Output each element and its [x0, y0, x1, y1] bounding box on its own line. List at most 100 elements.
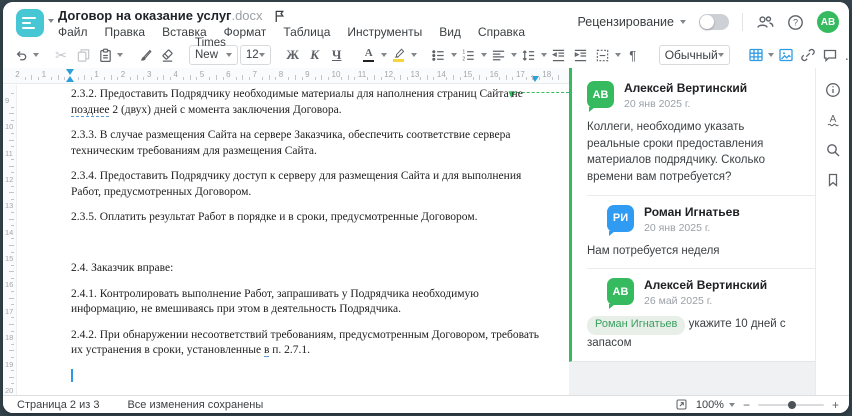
insert-table-dropdown[interactable]	[767, 53, 774, 57]
font-size-select[interactable]: 12	[239, 45, 271, 65]
bookmark-icon[interactable]	[825, 172, 841, 188]
mention-chip[interactable]: Роман Игнатьев	[587, 316, 686, 336]
ruler-tick	[189, 75, 191, 80]
clear-format-eraser-icon[interactable]	[157, 44, 177, 66]
fit-page-icon[interactable]	[675, 398, 688, 411]
flag-icon[interactable]	[273, 9, 286, 23]
collaboration-icon[interactable]	[756, 14, 774, 30]
ruler-tick	[393, 77, 395, 80]
undo-button[interactable]	[11, 44, 31, 66]
zoom-slider-knob[interactable]	[787, 400, 796, 409]
left-indent-marker[interactable]	[66, 76, 74, 82]
align-left-icon[interactable]	[489, 44, 509, 66]
review-toggle[interactable]	[699, 14, 729, 30]
chevron-down-icon[interactable]	[48, 19, 54, 23]
numbered-list-dropdown[interactable]	[480, 53, 487, 57]
bullet-list-icon[interactable]	[429, 44, 449, 66]
app-logo-menu-button[interactable]	[16, 9, 44, 37]
page-indicator[interactable]: Страница 2 из 3	[17, 399, 99, 411]
font-color-button[interactable]: А	[359, 44, 379, 66]
bold-button[interactable]: Ж	[283, 44, 303, 66]
ruler-tick	[11, 356, 14, 358]
menu-item-формат[interactable]: Формат	[224, 25, 267, 39]
zoom-select[interactable]: 100%	[696, 399, 735, 411]
font-size-value: 12	[245, 49, 259, 61]
horizontal-ruler: 2 1 1 2 3 4 5 6 7 8 9 10 11 12 13 14 15 16 17 18	[3, 68, 569, 84]
paragraph[interactable]	[71, 368, 536, 385]
ruler-tick	[472, 77, 474, 80]
line-spacing-icon[interactable]	[519, 44, 539, 66]
paragraph[interactable]	[71, 236, 536, 252]
info-icon[interactable]	[825, 82, 841, 98]
zoom-in-button[interactable]: +	[832, 399, 839, 411]
align-dropdown[interactable]	[510, 53, 517, 57]
paragraph[interactable]: 2.3.2. Предоставить Подрядчику необходим…	[71, 87, 536, 118]
formatting-marks-icon[interactable]: ¶	[623, 44, 643, 66]
ruler-tick	[11, 198, 14, 200]
paragraph-settings-icon[interactable]	[593, 44, 613, 66]
increase-indent-icon[interactable]	[571, 44, 591, 66]
spellcheck-icon[interactable]: А	[825, 112, 841, 128]
paste-icon[interactable]	[95, 44, 115, 66]
comment-thread[interactable]: АВ Алексей Вертинский 20 янв 2025 г. Коллег…	[569, 68, 821, 362]
font-color-dropdown[interactable]	[380, 53, 387, 57]
cut-icon[interactable]: ✂	[51, 44, 71, 66]
more-tools-icon[interactable]: …	[842, 44, 849, 66]
ruler-tick	[11, 277, 14, 279]
copy-icon[interactable]	[73, 44, 93, 66]
zoom-slider[interactable]	[757, 400, 824, 409]
ruler-tick	[538, 77, 540, 80]
search-icon[interactable]	[825, 142, 841, 158]
paragraph[interactable]: 2.4.1. Контролировать выполнение Работ, …	[71, 287, 536, 318]
insert-table-icon[interactable]	[746, 44, 766, 66]
highlight-color-button[interactable]	[389, 44, 409, 66]
ruler-tick	[354, 77, 356, 80]
comment-header: АВ Алексей Вертинский 20 янв 2025 г.	[587, 81, 807, 112]
paragraph-style-select[interactable]: Обычный	[658, 45, 730, 65]
undo-dropdown[interactable]	[33, 53, 39, 57]
first-line-indent-marker[interactable]	[66, 69, 74, 75]
paragraph[interactable]: 2.4.2. При обнаружении несоответствий тр…	[71, 328, 539, 359]
ruler-tick	[406, 77, 408, 80]
help-icon[interactable]: ?	[787, 14, 804, 31]
ruler-number: 1	[94, 70, 99, 79]
menu-item-справка[interactable]: Справка	[478, 25, 525, 39]
paragraph[interactable]: 2.4. Заказчик вправе:	[71, 261, 536, 277]
underline-button[interactable]: Ч	[327, 44, 347, 66]
line-spacing-dropdown[interactable]	[540, 53, 547, 57]
font-family-select[interactable]: Times New ...	[189, 37, 238, 73]
zoom-out-button[interactable]: −	[743, 399, 750, 411]
ruler-tick	[11, 106, 14, 108]
menu-item-инструменты[interactable]: Инструменты	[347, 25, 422, 39]
review-mode-label: Рецензирование	[577, 15, 674, 29]
ruler-number: 9	[5, 96, 10, 105]
comment-icon[interactable]	[820, 44, 840, 66]
format-painter-icon[interactable]	[135, 44, 155, 66]
divider	[742, 13, 743, 31]
paragraph[interactable]: 2.3.5. Оплатить результат Работ в порядк…	[71, 210, 536, 226]
menu-item-правка[interactable]: Правка	[105, 25, 146, 39]
bullet-list-dropdown[interactable]	[450, 53, 457, 57]
menu-item-файл[interactable]: Файл	[58, 25, 88, 39]
paragraph[interactable]: 2.3.3. В случае размещения Сайта на серв…	[71, 128, 536, 159]
italic-button[interactable]: К	[305, 44, 325, 66]
menu-item-вид[interactable]: Вид	[439, 25, 461, 39]
highlight-color-dropdown[interactable]	[410, 53, 417, 57]
numbered-list-icon[interactable]: 12	[459, 44, 479, 66]
ruler-tick	[11, 304, 14, 306]
insert-image-icon[interactable]	[776, 44, 796, 66]
comment-reply[interactable]: АВ Алексей Вертинский 26 май 2025 г. Роман …	[572, 269, 821, 361]
ruler-number: 10	[331, 70, 341, 79]
paragraph-settings-dropdown[interactable]	[614, 53, 621, 57]
comment-reply[interactable]: РИ Роман Игнатьев 20 янв 2025 г. Нам потреб…	[572, 196, 821, 269]
paste-dropdown[interactable]	[117, 53, 123, 57]
decrease-indent-icon[interactable]	[549, 44, 569, 66]
review-mode-dropdown[interactable]: Рецензирование	[577, 15, 686, 29]
insert-link-icon[interactable]	[798, 44, 818, 66]
comment[interactable]: АВ Алексей Вертинский 20 янв 2025 г. Коллег…	[572, 72, 821, 195]
text-line: 2.4. Заказчик вправе:	[71, 261, 536, 277]
document-page[interactable]: 2.3.2. Предоставить Подрядчику необходим…	[17, 85, 569, 395]
menu-item-таблица[interactable]: Таблица	[283, 25, 330, 39]
paragraph[interactable]: 2.3.4. Предоставить Подрядчику доступ к …	[71, 169, 536, 200]
user-avatar[interactable]: АВ	[817, 11, 839, 33]
